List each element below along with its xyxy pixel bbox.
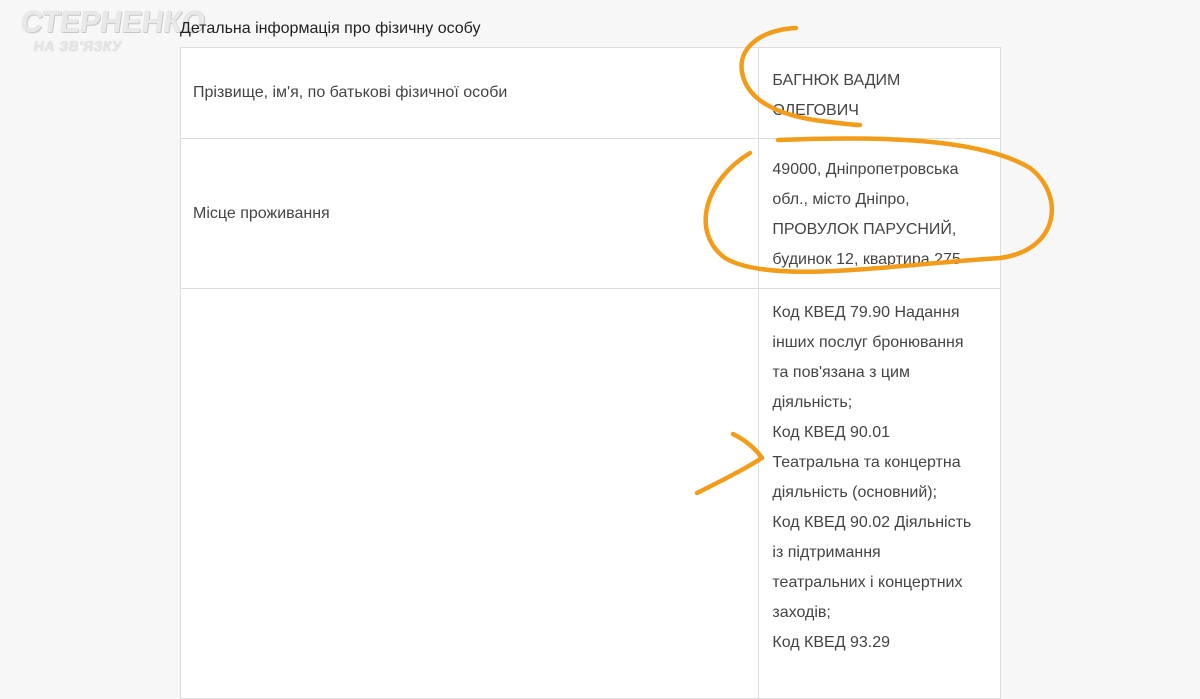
blurred-bottom-edge (190, 620, 750, 660)
name-label: Прізвище, ім'я, по батькові фізичної осо… (179, 47, 760, 139)
value-line: будинок 12, квартира 275 (772, 251, 961, 268)
value-line: театральних і концертних (772, 574, 963, 591)
value-line: та пов'язана з цим (772, 364, 910, 381)
table-row-name: Прізвище, ім'я, по батькові фізичної осо… (179, 47, 1001, 139)
person-info-table: Прізвище, ім'я, по батькові фізичної осо… (179, 47, 1001, 699)
name-value: БАГНЮК ВАДИМ ОЛЕГОВИЧ (758, 47, 1001, 139)
channel-logo: СТЕРНЕНКО НА ЗВ'ЯЗКУ (17, 6, 208, 54)
value-line: інших послуг бронювання (772, 334, 964, 351)
section-title: Детальна інформація про фізичну особу (180, 20, 481, 37)
logo-subtitle: НА ЗВ'ЯЗКУ (32, 38, 123, 54)
value-line: ОЛЕГОВИЧ (772, 102, 859, 119)
address-value: 49000, Дніпропетровська обл., місто Дніп… (758, 138, 1001, 289)
value-line: Театральна та концертна (772, 454, 961, 471)
value-line: заходів; (772, 604, 831, 621)
value-line: діяльність; (772, 394, 853, 411)
value-line: Код КВЕД 79.90 Надання (772, 304, 960, 321)
activities-value: Код КВЕД 79.90 Надання інших послуг брон… (758, 288, 1001, 699)
value-line: ПРОВУЛОК ПАРУСНИЙ, (772, 221, 957, 238)
logo-title: СТЕРНЕНКО (18, 6, 208, 39)
table-row-address: Місце проживання 49000, Дніпропетровська… (179, 138, 1001, 289)
value-line: БАГНЮК ВАДИМ (772, 72, 901, 89)
value-line: діяльність (основний); (772, 484, 938, 501)
value-line: обл., місто Дніпро, (772, 191, 910, 208)
address-label: Місце проживання (179, 138, 760, 289)
value-line: із підтримання (772, 544, 881, 561)
value-line: Код КВЕД 93.29 (772, 634, 891, 651)
value-line: 49000, Дніпропетровська (772, 161, 959, 178)
value-line: Код КВЕД 90.01 (772, 424, 891, 441)
value-line: Код КВЕД 90.02 Діяльність (772, 514, 972, 531)
